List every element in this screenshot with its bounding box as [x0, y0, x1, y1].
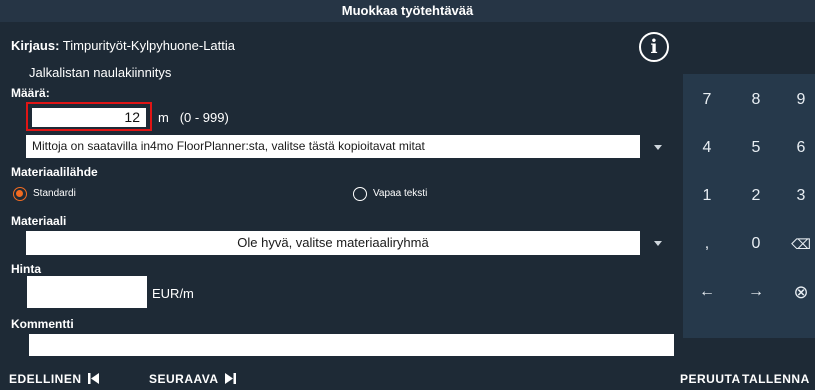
backspace-icon[interactable]: ⌫	[779, 218, 815, 270]
info-icon[interactable]: i	[639, 32, 669, 62]
key-0[interactable]: 0	[734, 218, 778, 270]
key-2[interactable]: 2	[734, 170, 778, 222]
quantity-unit: m	[158, 110, 169, 125]
save-button[interactable]: TALLENNA	[742, 371, 810, 387]
numeric-keypad: 7 8 9 4 5 6 1 2 3 , 0 ⌫ ← → ⊗	[683, 74, 815, 338]
key-3[interactable]: 3	[779, 170, 815, 222]
next-button-label: SEURAAVA	[149, 372, 219, 386]
key-comma[interactable]: ,	[685, 218, 729, 270]
measure-dropdown-chevron-down-icon[interactable]	[654, 145, 662, 150]
price-input[interactable]	[27, 276, 147, 308]
comment-input[interactable]	[29, 334, 674, 356]
arrow-left-icon[interactable]: ←	[685, 266, 729, 318]
entry-value: Timpurityöt-Kylpyhuone-Lattia	[62, 38, 236, 53]
material-source-label: Materiaalilähde	[11, 165, 98, 179]
quantity-field-highlight: 12	[26, 102, 152, 131]
key-6[interactable]: 6	[779, 122, 815, 174]
comment-label: Kommentti	[11, 317, 74, 331]
material-dropdown-chevron-down-icon[interactable]	[654, 241, 662, 246]
clear-icon[interactable]: ⊗	[779, 266, 815, 318]
next-button[interactable]: SEURAAVA	[149, 371, 236, 387]
key-8[interactable]: 8	[734, 74, 778, 126]
task-subtitle: Jalkalistan naulakiinnitys	[29, 65, 172, 80]
radio-vapaa-teksti-label: Vapaa teksti	[373, 188, 428, 199]
skip-previous-icon	[87, 373, 99, 384]
price-label: Hinta	[11, 262, 41, 276]
bottom-action-bar: EDELLINEN SEURAAVA PERUUTA TALLENNA	[0, 367, 815, 390]
radio-standardi[interactable]	[13, 187, 27, 201]
measure-dropdown-text: Mittoja on saatavilla in4mo FloorPlanner…	[32, 139, 425, 153]
material-dropdown-text: Ole hyvä, valitse materiaaliryhmä	[237, 235, 429, 250]
previous-button-label: EDELLINEN	[9, 372, 82, 386]
quantity-label: Määrä:	[11, 86, 50, 100]
entry-line: Kirjaus: Timpurityöt-Kylpyhuone-Lattia	[11, 38, 235, 54]
entry-label: Kirjaus:	[11, 38, 60, 53]
radio-vapaa-teksti[interactable]	[353, 187, 367, 201]
edit-task-form: Kirjaus: Timpurityöt-Kylpyhuone-Lattia i…	[0, 22, 815, 367]
key-4[interactable]: 4	[685, 122, 729, 174]
quantity-range: (0 - 999)	[179, 110, 229, 125]
quantity-unit-line: m (0 - 999)	[158, 110, 229, 126]
arrow-right-icon[interactable]: →	[734, 266, 778, 318]
material-dropdown[interactable]: Ole hyvä, valitse materiaaliryhmä	[26, 231, 640, 255]
measure-dropdown[interactable]: Mittoja on saatavilla in4mo FloorPlanner…	[26, 135, 640, 158]
previous-button[interactable]: EDELLINEN	[9, 371, 99, 387]
radio-standardi-label: Standardi	[33, 188, 76, 199]
quantity-input[interactable]: 12	[32, 108, 146, 127]
key-1[interactable]: 1	[685, 170, 729, 222]
price-unit: EUR/m	[152, 286, 194, 301]
cancel-button[interactable]: PERUUTA	[680, 371, 741, 387]
window-title: Muokkaa työtehtävää	[0, 0, 815, 22]
skip-next-icon	[224, 373, 236, 384]
key-7[interactable]: 7	[685, 74, 729, 126]
key-5[interactable]: 5	[734, 122, 778, 174]
key-9[interactable]: 9	[779, 74, 815, 126]
material-label: Materiaali	[11, 214, 67, 228]
